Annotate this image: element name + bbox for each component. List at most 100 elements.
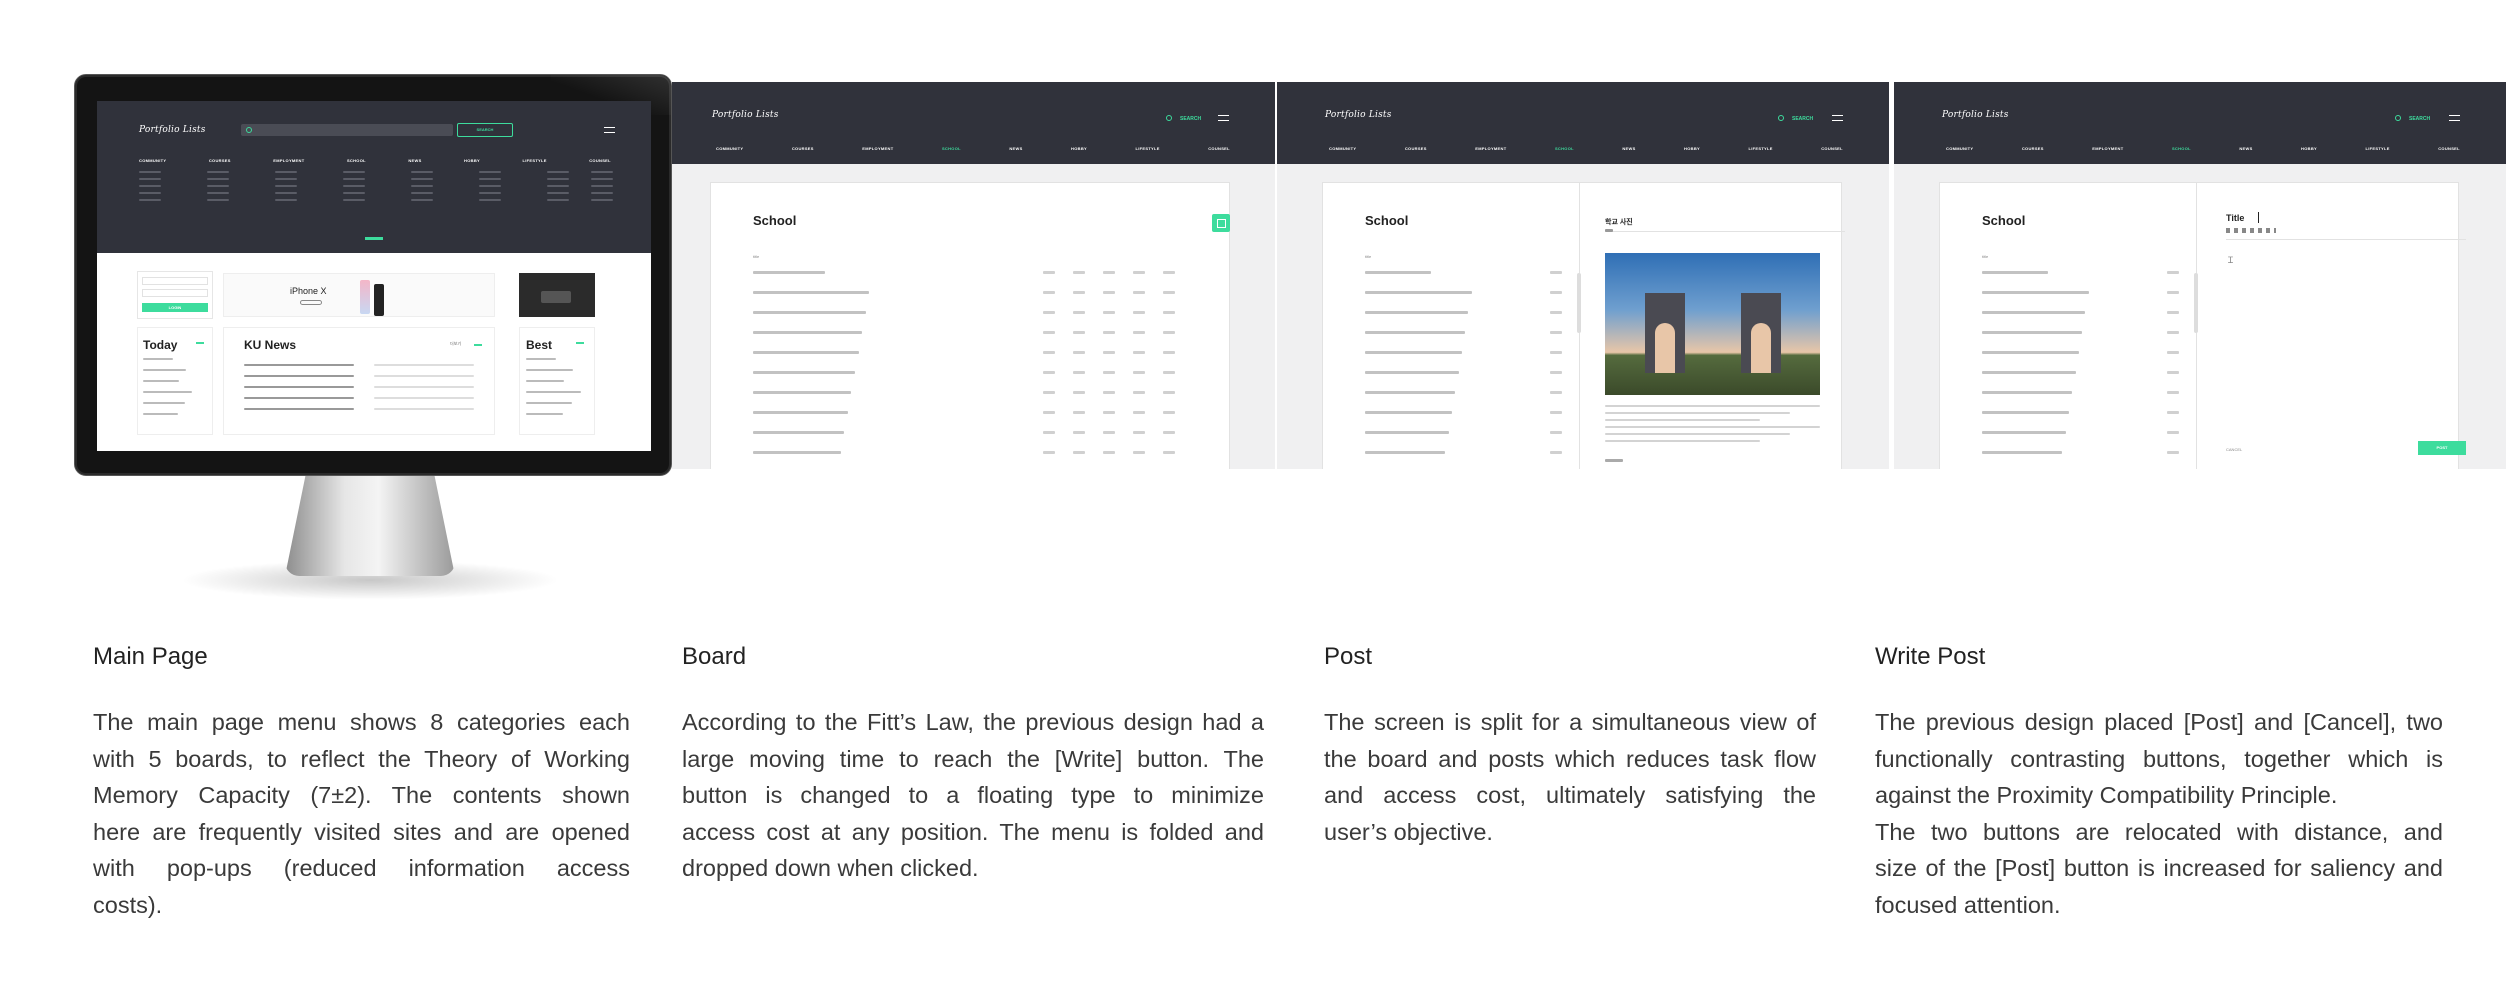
table-row[interactable] xyxy=(1982,451,2287,455)
news-more-link[interactable]: 더보기 xyxy=(450,341,461,347)
row-cell xyxy=(1163,291,1175,294)
submenu-item xyxy=(411,192,433,194)
login-button[interactable]: LOGIN xyxy=(142,303,208,312)
site-logo[interactable]: Portfolio Lists xyxy=(139,125,206,135)
search-button[interactable]: SEARCH xyxy=(1180,116,1201,122)
menu-lifestyle[interactable]: LIFESTYLE xyxy=(522,158,546,163)
scrollbar[interactable] xyxy=(2194,273,2198,333)
ad-banner[interactable]: iPhone X xyxy=(223,273,495,317)
site-logo[interactable]: Portfolio Lists xyxy=(712,110,779,120)
row-title-line xyxy=(753,271,825,274)
table-row[interactable] xyxy=(1365,331,1670,335)
row-cell xyxy=(1103,431,1115,434)
banner-product: iPhone X xyxy=(290,286,327,296)
best-arrow-icon[interactable] xyxy=(576,342,584,344)
menu-school[interactable]: SCHOOL xyxy=(347,158,366,163)
menu-community[interactable]: COMMUNITY xyxy=(139,158,166,163)
row-cell xyxy=(2167,391,2179,394)
submenu-item xyxy=(275,171,297,173)
table-row[interactable] xyxy=(1365,271,1670,275)
table-row[interactable] xyxy=(1365,371,1670,375)
menu-hobby[interactable]: HOBBY xyxy=(464,158,480,163)
table-row[interactable] xyxy=(1365,291,1670,295)
news-arrow-icon[interactable] xyxy=(474,344,482,346)
post-button[interactable]: POST xyxy=(2418,441,2466,455)
row-cell xyxy=(1103,271,1115,274)
row-cell xyxy=(1133,411,1145,414)
editor-toolbar[interactable] xyxy=(2226,228,2276,233)
submenu-item xyxy=(275,178,297,180)
search-button[interactable]: SEARCH xyxy=(1792,116,1813,122)
table-row[interactable] xyxy=(753,271,1275,275)
table-row[interactable] xyxy=(1982,311,2287,315)
search-icon[interactable] xyxy=(1778,115,1784,121)
menu-counsel[interactable]: COUNSEL xyxy=(589,158,611,163)
today-arrow-icon[interactable] xyxy=(196,342,204,344)
table-row[interactable] xyxy=(753,291,1275,295)
table-row[interactable] xyxy=(753,411,1275,415)
table-row[interactable] xyxy=(1365,451,1670,455)
row-title-line xyxy=(753,391,852,394)
search-button[interactable]: SEARCH xyxy=(457,123,513,137)
table-row[interactable] xyxy=(1365,391,1670,395)
title-input[interactable]: Title xyxy=(2226,213,2244,223)
table-row[interactable] xyxy=(1982,391,2287,395)
hamburger-menu-icon[interactable] xyxy=(1218,115,1229,121)
submenu-toggle[interactable] xyxy=(365,237,383,240)
site-logo[interactable]: Portfolio Lists xyxy=(1325,110,1392,120)
password-field[interactable] xyxy=(142,289,208,297)
row-cell xyxy=(1103,371,1115,374)
table-row[interactable] xyxy=(1982,331,2287,335)
table-row[interactable] xyxy=(753,351,1275,355)
table-row[interactable] xyxy=(753,391,1275,395)
scrollbar[interactable] xyxy=(1577,273,1581,333)
menu-employment[interactable]: EMPLOYMENT xyxy=(273,158,304,163)
row-cell xyxy=(1073,351,1085,354)
hamburger-menu-icon[interactable] xyxy=(2449,115,2460,121)
table-row[interactable] xyxy=(1365,351,1670,355)
id-field[interactable] xyxy=(142,277,208,285)
table-row[interactable] xyxy=(1982,371,2287,375)
table-row[interactable] xyxy=(753,451,1275,455)
col-title-header: title xyxy=(753,254,760,259)
row-title-line xyxy=(1982,271,2048,274)
row-title-line xyxy=(1982,311,2086,314)
table-row[interactable] xyxy=(753,371,1275,375)
table-row[interactable] xyxy=(1982,271,2287,275)
write-fab-button[interactable] xyxy=(1212,214,1230,232)
promo-card[interactable] xyxy=(519,273,595,317)
site-logo[interactable]: Portfolio Lists xyxy=(1942,110,2009,120)
hamburger-menu-icon[interactable] xyxy=(604,127,615,133)
row-cell xyxy=(1163,411,1175,414)
table-row[interactable] xyxy=(1982,431,2287,435)
table-row[interactable] xyxy=(753,331,1275,335)
row-title-line xyxy=(1982,371,2076,374)
table-row[interactable] xyxy=(1982,351,2287,355)
today-item xyxy=(143,358,173,360)
menu-courses[interactable]: COURSES xyxy=(209,158,231,163)
submenu-item xyxy=(547,192,569,194)
search-button[interactable]: SEARCH xyxy=(2409,116,2430,122)
search-input[interactable] xyxy=(241,124,453,136)
board-header: Portfolio Lists SEARCH COMMUNITY COURSES E… xyxy=(672,82,1275,164)
submenu-item xyxy=(139,178,161,180)
search-icon[interactable] xyxy=(1166,115,1172,121)
row-cell xyxy=(1043,451,1055,454)
table-row[interactable] xyxy=(753,431,1275,435)
row-title-line xyxy=(1365,291,1472,294)
news-snippet xyxy=(374,397,474,399)
submenu-item xyxy=(479,178,501,180)
row-title-line xyxy=(753,351,859,354)
row-cell xyxy=(1073,371,1085,374)
best-item xyxy=(526,413,563,415)
caption-title-write: Write Post xyxy=(1875,643,1986,670)
comment-count xyxy=(1605,459,1623,462)
table-row[interactable] xyxy=(1982,291,2287,295)
menu-news[interactable]: NEWS xyxy=(408,158,421,163)
table-row[interactable] xyxy=(753,311,1275,315)
row-cell xyxy=(2167,331,2179,334)
hamburger-menu-icon[interactable] xyxy=(1832,115,1843,121)
search-icon[interactable] xyxy=(2395,115,2401,121)
table-row[interactable] xyxy=(1365,311,1670,315)
table-row[interactable] xyxy=(1982,411,2287,415)
